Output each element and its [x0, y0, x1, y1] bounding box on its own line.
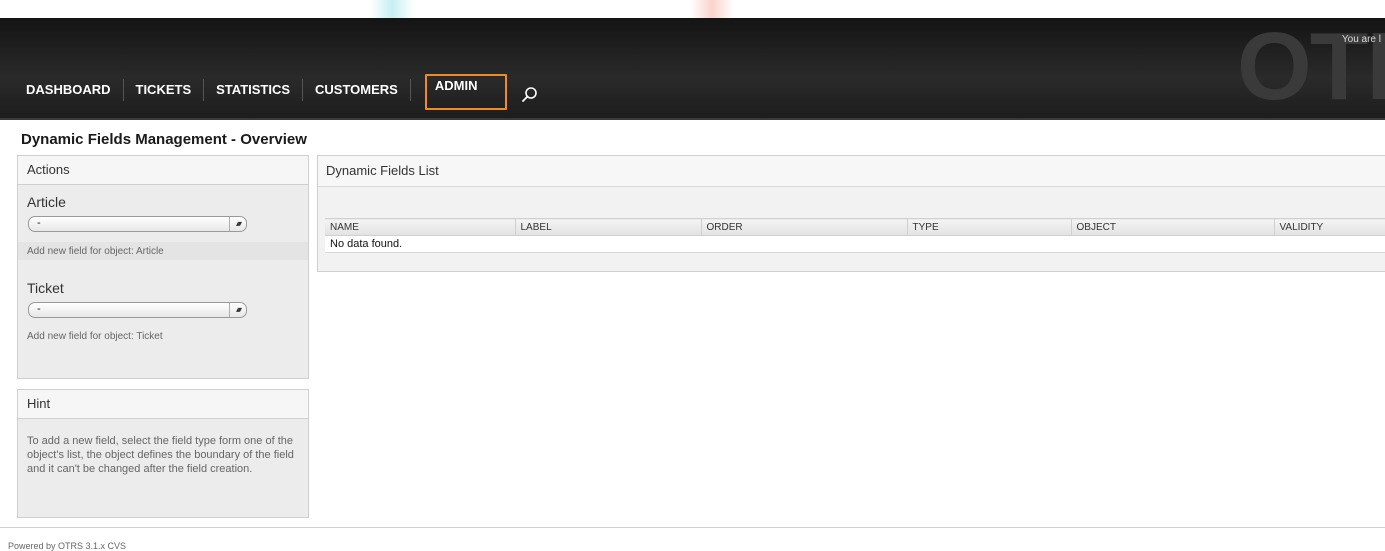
dynamic-fields-list-widget: Dynamic Fields List NAME LABEL ORDER TYP… — [317, 155, 1385, 272]
article-help-text: Add new field for object: Article — [27, 246, 164, 257]
nav-customers[interactable]: CUSTOMERS — [303, 79, 411, 101]
top-strip — [0, 0, 1385, 18]
article-select-value: - — [37, 217, 41, 229]
hint-widget: Hint To add a new field, select the fiel… — [17, 389, 309, 518]
hint-title: Hint — [18, 390, 308, 419]
article-label: Article — [27, 194, 66, 210]
nav-tickets[interactable]: TICKETS — [124, 79, 205, 101]
welcome-text: You are l — [1341, 34, 1381, 45]
search-icon — [522, 87, 538, 102]
app-header: OTI You are l DASHBOARD TICKETS STATISTI… — [0, 18, 1385, 120]
table-header-row: NAME LABEL ORDER TYPE OBJECT VALIDITY — [325, 218, 1385, 236]
nav-dashboard[interactable]: DASHBOARD — [16, 79, 124, 101]
col-object[interactable]: OBJECT — [1071, 218, 1275, 236]
col-type[interactable]: TYPE — [907, 218, 1072, 236]
main-nav: DASHBOARD TICKETS STATISTICS CUSTOMERS A… — [16, 74, 545, 110]
hint-text: To add a new field, select the field typ… — [27, 435, 294, 475]
col-label[interactable]: LABEL — [515, 218, 702, 236]
table-row: No data found. — [325, 235, 1385, 253]
nav-admin[interactable]: ADMIN — [424, 74, 508, 110]
col-name[interactable]: NAME — [325, 218, 516, 236]
ticket-label: Ticket — [27, 280, 64, 296]
ticket-select-value: - — [37, 303, 41, 315]
ticket-help-text: Add new field for object: Ticket — [27, 331, 163, 342]
fields-table: NAME LABEL ORDER TYPE OBJECT VALIDITY No… — [325, 218, 1385, 253]
actions-title: Actions — [18, 156, 308, 185]
col-order[interactable]: ORDER — [701, 218, 908, 236]
article-object-select[interactable]: - ▴▾ — [28, 216, 247, 232]
nav-search-button[interactable] — [519, 83, 545, 105]
select-arrows-icon: ▴▾ — [229, 303, 246, 317]
col-validity[interactable]: VALIDITY — [1274, 218, 1385, 236]
page-title: Dynamic Fields Management - Overview — [21, 131, 307, 148]
actions-widget: Actions Article - ▴▾ Add new field for o… — [17, 155, 309, 379]
nav-statistics[interactable]: STATISTICS — [204, 79, 304, 101]
decor-blob — [690, 0, 734, 18]
list-title: Dynamic Fields List — [318, 156, 1385, 187]
decor-blob — [370, 0, 414, 18]
ticket-object-select[interactable]: - ▴▾ — [28, 302, 247, 318]
select-arrows-icon: ▴▾ — [229, 217, 246, 231]
footer-divider — [0, 527, 1385, 528]
empty-message: No data found. — [325, 235, 1385, 253]
